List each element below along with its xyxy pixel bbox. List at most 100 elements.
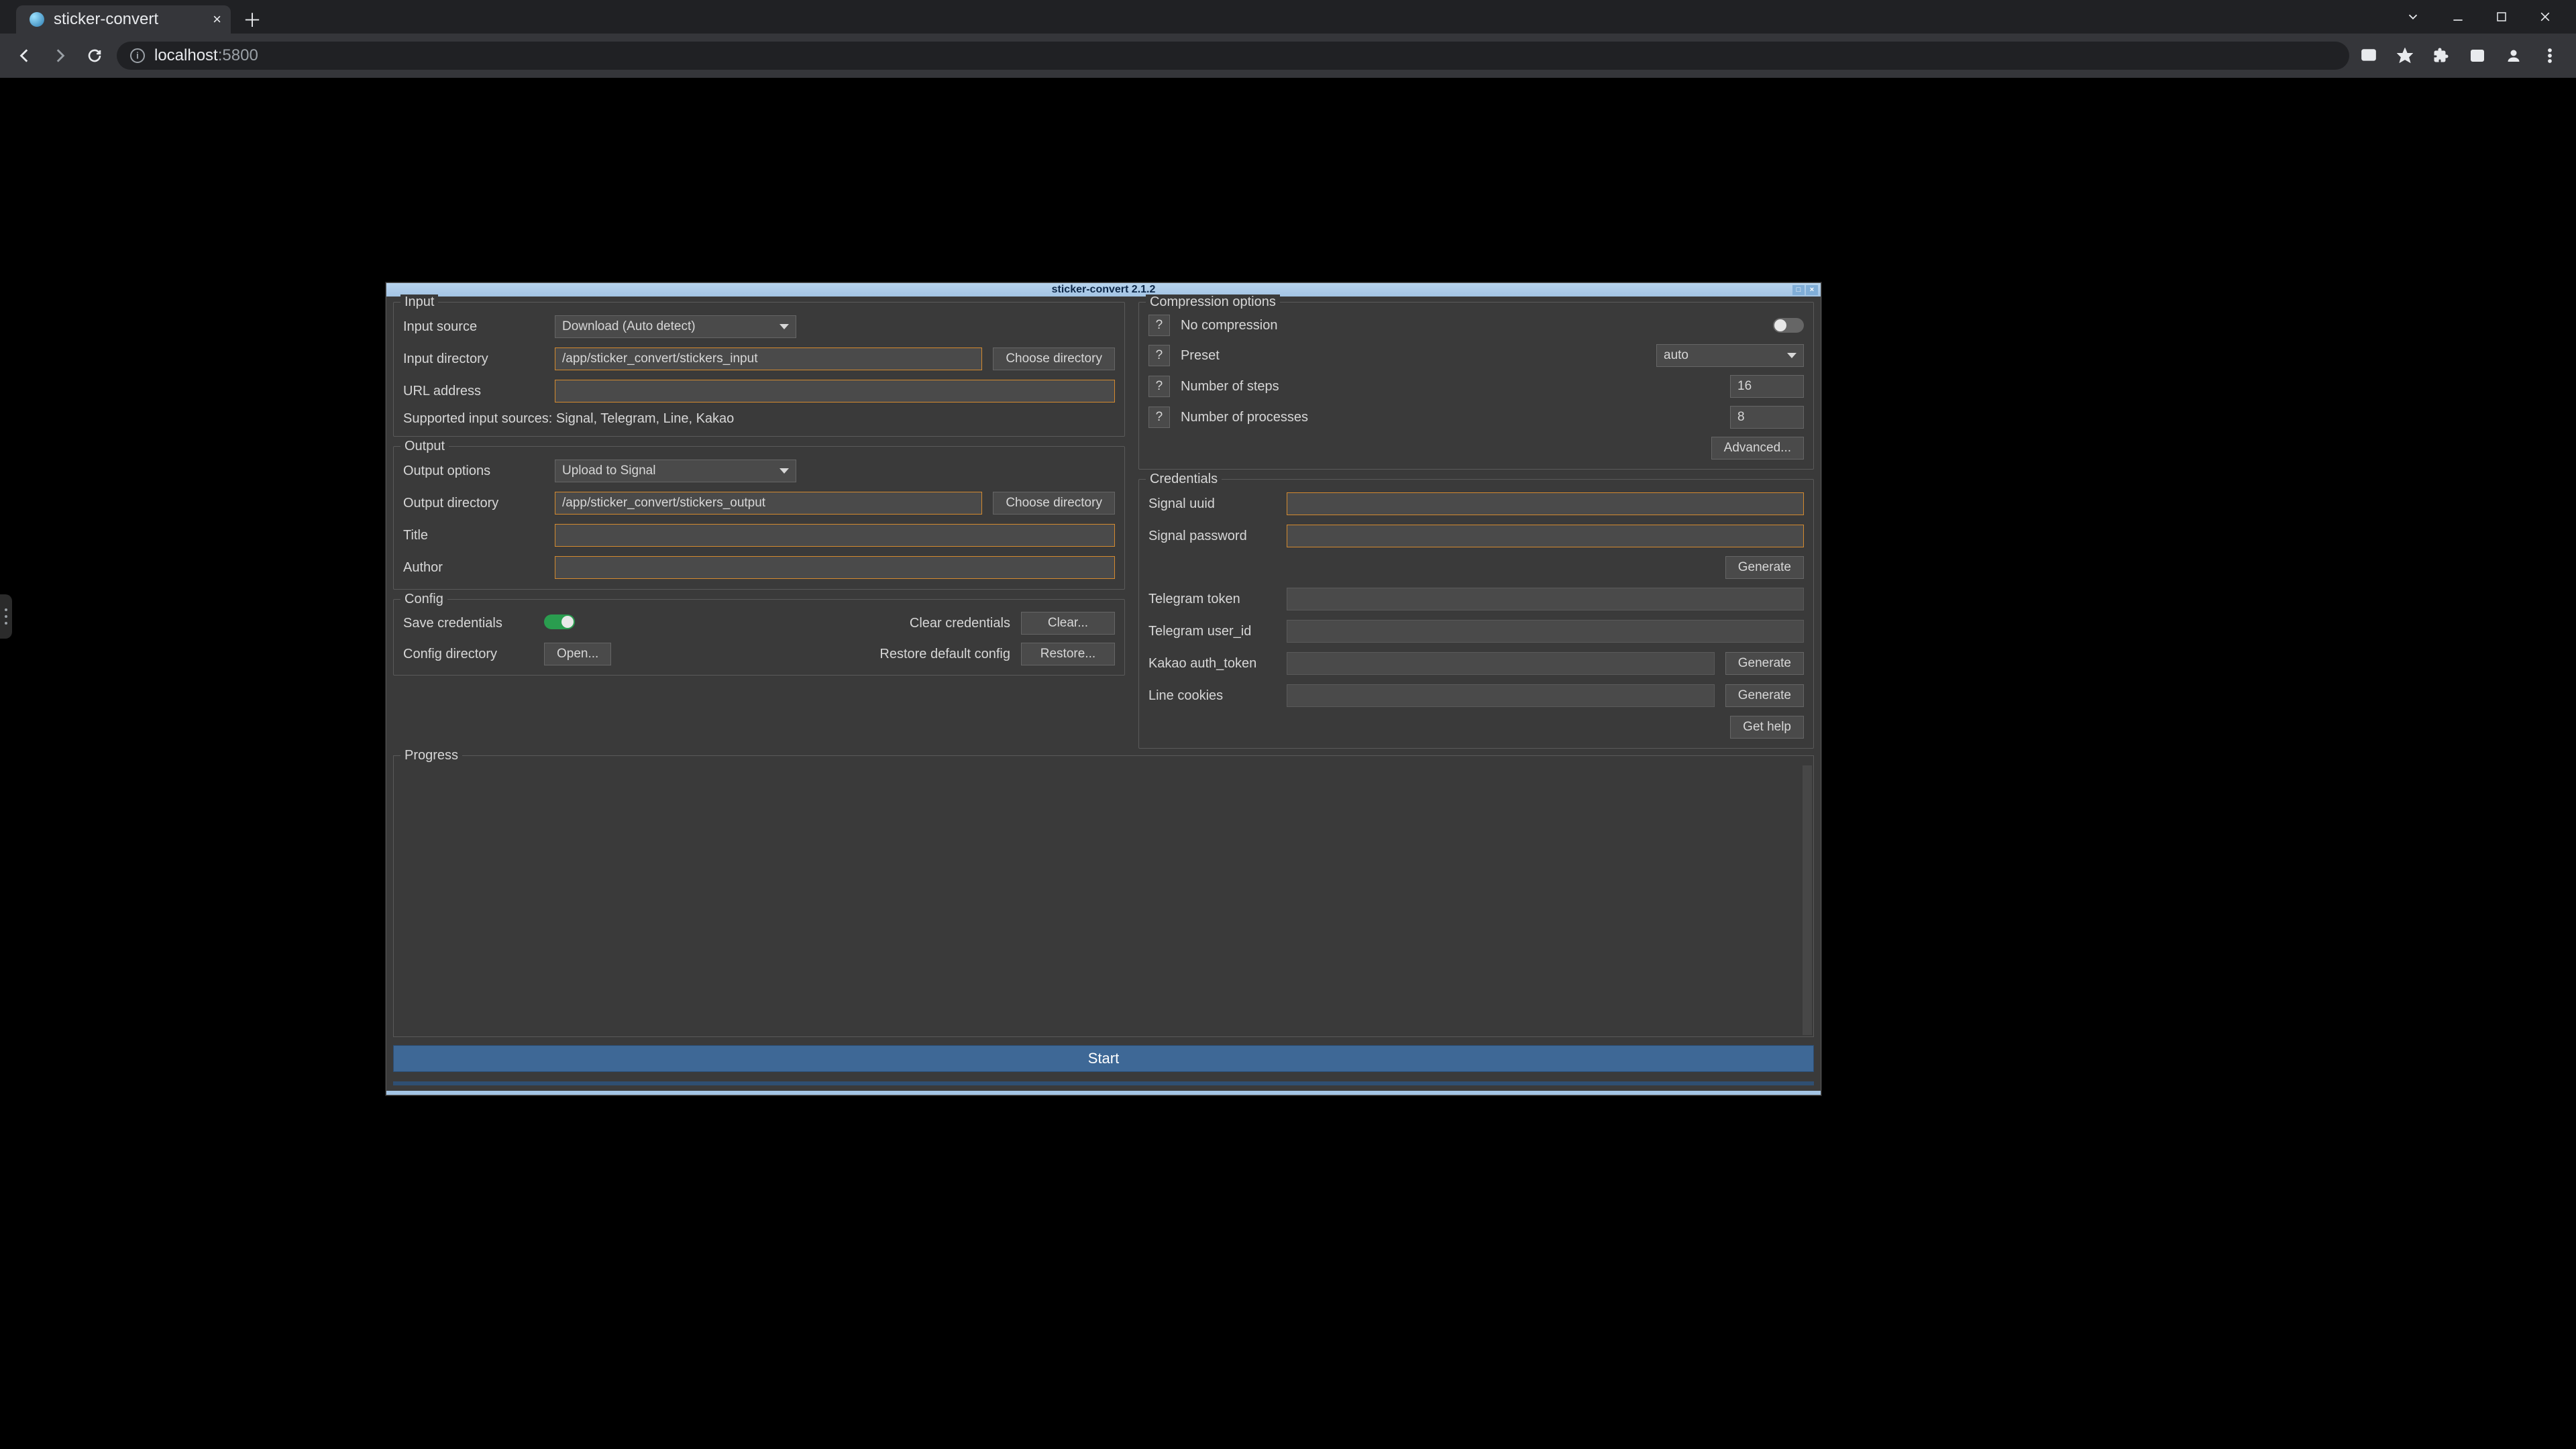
help-icon[interactable]: ?: [1148, 376, 1170, 397]
get-help-button[interactable]: Get help: [1730, 716, 1804, 739]
maximize-icon[interactable]: [2496, 11, 2508, 23]
url-text: localhost:5800: [154, 46, 258, 65]
preset-select[interactable]: auto: [1656, 344, 1804, 367]
config-dir-label: Config directory: [403, 647, 544, 662]
input-legend: Input: [400, 294, 438, 310]
restore-config-button[interactable]: Restore...: [1021, 643, 1115, 665]
title-label: Title: [403, 528, 544, 543]
output-options-label: Output options: [403, 464, 544, 479]
tab-close-icon[interactable]: ×: [213, 11, 221, 28]
window-close-icon[interactable]: [2538, 10, 2552, 23]
clear-credentials-label: Clear credentials: [910, 616, 1021, 631]
help-icon[interactable]: ?: [1148, 315, 1170, 336]
browser-toolbar: localhost:5800: [0, 34, 2576, 78]
output-dir-field[interactable]: [555, 492, 982, 515]
save-credentials-toggle[interactable]: [544, 614, 575, 629]
chevron-down-icon: [780, 468, 789, 474]
credentials-panel: Credentials Signal uuid Signal password …: [1138, 479, 1814, 749]
site-info-icon[interactable]: [130, 48, 145, 63]
input-dir-field[interactable]: [555, 347, 982, 370]
input-source-select[interactable]: Download (Auto detect): [555, 315, 796, 338]
app-title: sticker-convert 2.1.2: [1052, 284, 1156, 296]
compression-panel: Compression options ? No compression ? P…: [1138, 302, 1814, 470]
progress-legend: Progress: [400, 748, 462, 763]
signal-uuid-field[interactable]: [1287, 492, 1804, 515]
signal-uuid-label: Signal uuid: [1148, 496, 1276, 512]
open-config-button[interactable]: Open...: [544, 643, 611, 665]
back-button[interactable]: [12, 43, 38, 68]
credentials-legend: Credentials: [1146, 472, 1222, 487]
app-titlebar[interactable]: sticker-convert 2.1.2 □ ×: [386, 283, 1821, 297]
generate-kakao-button[interactable]: Generate: [1725, 652, 1804, 675]
author-label: Author: [403, 560, 544, 576]
chevron-down-icon: [1787, 353, 1796, 358]
forward-button[interactable]: [47, 43, 72, 68]
advanced-button[interactable]: Advanced...: [1711, 437, 1804, 460]
output-choose-dir-button[interactable]: Choose directory: [993, 492, 1115, 515]
restore-default-label: Restore default config: [879, 647, 1021, 662]
address-bar[interactable]: localhost:5800: [117, 42, 2349, 70]
input-dir-label: Input directory: [403, 352, 544, 367]
tab-title: sticker-convert: [54, 10, 158, 29]
output-options-select[interactable]: Upload to Signal: [555, 460, 796, 482]
telegram-userid-field[interactable]: [1287, 620, 1804, 643]
output-legend: Output: [400, 439, 449, 454]
output-dir-label: Output directory: [403, 496, 544, 511]
extensions-icon[interactable]: [2431, 46, 2451, 66]
window-controls: [2381, 0, 2576, 34]
install-app-icon[interactable]: [2359, 46, 2379, 66]
browser-tab[interactable]: sticker-convert ×: [16, 5, 231, 34]
input-source-label: Input source: [403, 319, 544, 335]
side-panel-icon[interactable]: [2467, 46, 2487, 66]
author-field[interactable]: [555, 556, 1115, 579]
generate-signal-button[interactable]: Generate: [1725, 556, 1804, 579]
kakao-token-field[interactable]: [1287, 652, 1715, 675]
bottom-spacer: [393, 1081, 1814, 1085]
generate-line-button[interactable]: Generate: [1725, 684, 1804, 707]
app-footer-bar: [386, 1091, 1821, 1095]
reload-button[interactable]: [82, 43, 107, 68]
output-panel: Output Output options Upload to Signal O…: [393, 446, 1125, 590]
start-button[interactable]: Start: [393, 1045, 1814, 1072]
toolbar-right-icons: [2359, 46, 2564, 66]
config-legend: Config: [400, 592, 447, 607]
new-tab-button[interactable]: ＋: [240, 7, 264, 32]
signal-password-field[interactable]: [1287, 525, 1804, 547]
kebab-menu-icon[interactable]: [2540, 46, 2560, 66]
app-close-icon[interactable]: ×: [1806, 285, 1818, 295]
supported-sources-note: Supported input sources: Signal, Telegra…: [403, 411, 1115, 427]
progress-scrollbar[interactable]: [1803, 765, 1812, 1035]
input-choose-dir-button[interactable]: Choose directory: [993, 347, 1115, 370]
help-icon[interactable]: ?: [1148, 345, 1170, 366]
tab-favicon: [30, 12, 44, 27]
title-field[interactable]: [555, 524, 1115, 547]
progress-panel: Progress: [393, 755, 1814, 1037]
minimize-icon[interactable]: [2451, 10, 2465, 23]
app-window: sticker-convert 2.1.2 □ × Input Input so…: [386, 282, 1821, 1095]
procs-input[interactable]: [1730, 406, 1804, 429]
telegram-userid-label: Telegram user_id: [1148, 624, 1276, 639]
clear-credentials-button[interactable]: Clear...: [1021, 612, 1115, 635]
browser-tabbar: sticker-convert × ＋: [0, 0, 2576, 34]
telegram-token-field[interactable]: [1287, 588, 1804, 610]
telegram-token-label: Telegram token: [1148, 592, 1276, 607]
line-cookies-field[interactable]: [1287, 684, 1715, 707]
save-credentials-label: Save credentials: [403, 616, 544, 631]
steps-label: Number of steps: [1181, 379, 1279, 394]
no-compression-toggle[interactable]: [1773, 318, 1804, 333]
compression-legend: Compression options: [1146, 294, 1280, 310]
app-maximize-icon[interactable]: □: [1792, 285, 1805, 295]
chevron-down-icon: [780, 324, 789, 329]
side-panel-handle[interactable]: [0, 594, 12, 639]
steps-input[interactable]: [1730, 375, 1804, 398]
url-address-label: URL address: [403, 384, 544, 399]
profile-icon[interactable]: [2504, 46, 2524, 66]
input-panel: Input Input source Download (Auto detect…: [393, 302, 1125, 437]
url-address-field[interactable]: [555, 380, 1115, 402]
page-viewport: sticker-convert 2.1.2 □ × Input Input so…: [0, 78, 2576, 1449]
help-icon[interactable]: ?: [1148, 407, 1170, 428]
config-panel: Config Save credentials Clear credential…: [393, 599, 1125, 676]
bookmark-star-icon[interactable]: [2395, 46, 2415, 66]
chevron-down-icon[interactable]: [2406, 9, 2420, 24]
signal-password-label: Signal password: [1148, 529, 1276, 544]
